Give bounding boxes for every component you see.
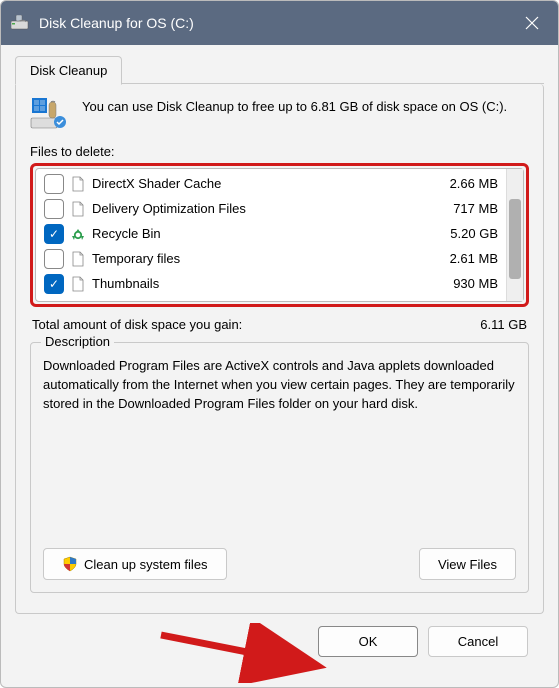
file-checkbox[interactable]	[44, 199, 64, 219]
file-row[interactable]: ✓ Thumbnails 930 MB	[38, 271, 504, 296]
file-icon	[70, 201, 86, 217]
files-list[interactable]: DirectX Shader Cache2.66 MBDelivery Opti…	[35, 168, 524, 302]
description-legend: Description	[41, 334, 114, 349]
file-checkbox[interactable]: ✓	[44, 224, 64, 244]
window-title: Disk Cleanup for OS (C:)	[39, 15, 194, 31]
dialog-content: Disk Cleanup	[1, 45, 558, 687]
drive-icon	[11, 15, 31, 31]
tab-content: You can use Disk Cleanup to free up to 6…	[15, 84, 544, 614]
cancel-button[interactable]: Cancel	[428, 626, 528, 657]
file-size: 930 MB	[453, 276, 498, 291]
description-text: Downloaded Program Files are ActiveX con…	[43, 357, 516, 538]
ok-button[interactable]: OK	[318, 626, 418, 657]
file-size: 2.61 MB	[450, 251, 498, 266]
file-size: 5.20 GB	[450, 226, 498, 241]
titlebar: Disk Cleanup for OS (C:)	[1, 1, 558, 45]
total-row: Total amount of disk space you gain: 6.1…	[32, 317, 527, 332]
tab-bar: Disk Cleanup	[15, 55, 544, 84]
file-name: Recycle Bin	[92, 226, 444, 241]
description-group: Description Downloaded Program Files are…	[30, 342, 529, 593]
file-icon	[70, 251, 86, 267]
intro-text: You can use Disk Cleanup to free up to 6…	[82, 96, 507, 116]
file-checkbox[interactable]	[44, 249, 64, 269]
recycle-bin-icon	[70, 226, 86, 242]
file-row[interactable]: Temporary files 2.61 MB	[38, 246, 504, 271]
cleanup-system-files-button[interactable]: Clean up system files	[43, 548, 227, 580]
file-row[interactable]: ✓ Recycle Bin 5.20 GB	[38, 221, 504, 246]
file-name: DirectX Shader Cache	[92, 176, 444, 191]
files-list-highlight: DirectX Shader Cache2.66 MBDelivery Opti…	[30, 163, 529, 307]
file-icon	[70, 276, 86, 292]
file-icon	[70, 176, 86, 192]
file-name: Delivery Optimization Files	[92, 201, 447, 216]
cleanup-button-label: Clean up system files	[84, 557, 208, 572]
cleanup-icon	[30, 96, 70, 130]
disk-cleanup-window: Disk Cleanup for OS (C:) Disk Cleanup	[0, 0, 559, 688]
view-files-label: View Files	[438, 557, 497, 572]
total-label: Total amount of disk space you gain:	[32, 317, 242, 332]
file-name: Thumbnails	[92, 276, 447, 291]
file-checkbox[interactable]: ✓	[44, 274, 64, 294]
view-files-button[interactable]: View Files	[419, 548, 516, 580]
file-name: Temporary files	[92, 251, 444, 266]
files-scrollbar[interactable]	[506, 169, 523, 301]
file-size: 717 MB	[453, 201, 498, 216]
file-size: 2.66 MB	[450, 176, 498, 191]
total-value: 6.11 GB	[480, 317, 527, 332]
shield-icon	[62, 556, 78, 572]
description-button-row: Clean up system files View Files	[43, 548, 516, 580]
intro-row: You can use Disk Cleanup to free up to 6…	[30, 96, 529, 130]
scrollbar-thumb[interactable]	[509, 199, 521, 279]
file-row[interactable]: Delivery Optimization Files 717 MB	[38, 196, 504, 221]
tab-disk-cleanup[interactable]: Disk Cleanup	[15, 56, 122, 85]
dialog-button-row: OK Cancel	[15, 614, 544, 673]
close-button[interactable]	[506, 1, 558, 45]
tab-label: Disk Cleanup	[30, 63, 107, 78]
file-row[interactable]: DirectX Shader Cache 2.66 MB	[38, 171, 504, 196]
ok-label: OK	[359, 634, 378, 649]
file-checkbox[interactable]	[44, 174, 64, 194]
cancel-label: Cancel	[458, 634, 498, 649]
files-to-delete-label: Files to delete:	[30, 144, 529, 159]
